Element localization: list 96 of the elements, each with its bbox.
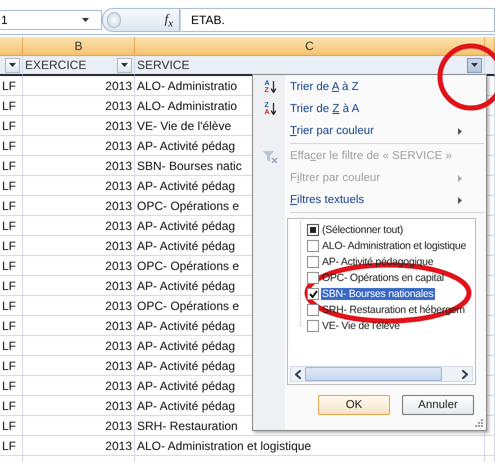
- table-cell: AP- Activité pédag: [137, 218, 236, 232]
- checkbox[interactable]: [307, 304, 319, 316]
- table-cell: 2013: [105, 338, 132, 352]
- table-cell: 2013: [105, 358, 132, 372]
- table-cell: LF: [2, 358, 16, 372]
- table-cell: VE- Vie de l'élève: [137, 118, 232, 132]
- table-cell: LF: [2, 118, 16, 132]
- checkbox[interactable]: [307, 224, 319, 236]
- table-cell: ALO- Administratio: [137, 78, 238, 92]
- table-cell: LF: [2, 298, 16, 312]
- header-cell: SERVICE: [137, 58, 190, 72]
- filter-dropdown-button[interactable]: [5, 58, 20, 72]
- checkbox[interactable]: [307, 240, 319, 252]
- filter-dropdown-button[interactable]: [117, 58, 132, 72]
- caret-icon: [471, 63, 478, 67]
- menu-item: Effacer le filtre de « SERVICE »: [290, 150, 452, 162]
- menu-item[interactable]: Trier de Z à A: [290, 103, 360, 115]
- table-cell: ALO- Administratio: [137, 98, 238, 112]
- table-cell: 2013: [105, 198, 132, 212]
- table-cell: LF: [2, 198, 16, 212]
- table-cell: AP- Activité pédag: [137, 318, 236, 332]
- checkbox[interactable]: [307, 320, 319, 332]
- menu-item: Filtrer par couleur: [290, 172, 380, 184]
- list-item[interactable]: (Sélectionner tout): [321, 224, 404, 236]
- table-cell: AP- Activité pédag: [137, 278, 236, 292]
- table-cell: LF: [2, 158, 16, 172]
- table-cell: AP- Activité pédag: [137, 398, 236, 412]
- column-header[interactable]: C: [135, 37, 485, 56]
- table-cell: AP- Activité pédag: [137, 338, 236, 352]
- table-cell: 2013: [105, 278, 132, 292]
- table-cell: LF: [2, 398, 16, 412]
- table-cell: AP- Activité pédag: [137, 358, 236, 372]
- table-cell: LF: [2, 218, 16, 232]
- table-cell: LF: [2, 278, 16, 292]
- table-cell: 2013: [105, 318, 132, 332]
- table-cell: AP- Activité pédag: [137, 378, 236, 392]
- dialog-button[interactable]: OK: [318, 395, 390, 415]
- table-cell: LF: [2, 418, 16, 432]
- chevron-right-icon: [462, 370, 468, 378]
- table-cell: 2013: [105, 378, 132, 392]
- horizontal-scrollbar[interactable]: [290, 366, 473, 382]
- checkbox[interactable]: [307, 272, 319, 284]
- table-cell: OPC- Opérations e: [137, 258, 240, 272]
- menu-item[interactable]: Filtres textuels: [290, 194, 364, 206]
- table-cell: LF: [2, 178, 16, 192]
- table-cell: LF: [2, 318, 16, 332]
- table-cell: AP- Activité pédag: [137, 138, 236, 152]
- table-cell: LF: [2, 378, 16, 392]
- table-cell: ALO- Administration et logistique: [137, 438, 312, 452]
- table-cell: 2013: [105, 98, 132, 112]
- table-cell: OPC- Opérations e: [137, 198, 240, 212]
- checkbox[interactable]: [307, 256, 319, 268]
- table-cell: 2013: [105, 138, 132, 152]
- resize-grip-icon: [475, 419, 483, 427]
- table-cell: SRH- Restauration: [137, 418, 238, 432]
- caret-icon: [9, 63, 16, 67]
- table-cell: AP- Activité pédag: [137, 238, 236, 252]
- list-item[interactable]: OPC- Opérations en capital: [321, 272, 445, 284]
- table-cell: LF: [2, 438, 16, 452]
- table-cell: 2013: [105, 78, 132, 92]
- list-item[interactable]: ALO- Administration et logistique: [321, 240, 468, 252]
- filter-dropdown-button[interactable]: [467, 58, 482, 72]
- table-cell: LF: [2, 258, 16, 272]
- table-cell: 2013: [105, 178, 132, 192]
- table-cell: LF: [2, 78, 16, 92]
- table-cell: 2013: [105, 418, 132, 432]
- table-cell: 2013: [105, 118, 132, 132]
- caret-icon: [82, 18, 89, 22]
- table-cell: 2013: [105, 298, 132, 312]
- column-header[interactable]: B: [23, 37, 135, 56]
- table-cell: 2013: [105, 438, 132, 452]
- table-cell: OPC- Opérations e: [137, 298, 240, 312]
- checkbox[interactable]: [307, 288, 319, 300]
- table-cell: SBN- Bourses natic: [137, 158, 242, 172]
- chevron-left-icon: [295, 370, 301, 378]
- scroll-thumb[interactable]: [305, 367, 442, 381]
- list-item[interactable]: SBN- Bourses nationales: [321, 288, 435, 300]
- clear-filter-icon: [262, 150, 278, 162]
- formula-field[interactable]: ETAB.: [180, 8, 495, 32]
- menu-item[interactable]: Trier par couleur: [290, 125, 374, 137]
- table-cell: LF: [2, 238, 16, 252]
- table-cell: 2013: [105, 398, 132, 412]
- table-cell: 2013: [105, 218, 132, 232]
- caret-icon: [121, 63, 128, 67]
- table-cell: 2013: [105, 158, 132, 172]
- table-cell: AP- Activité pédag: [137, 178, 236, 192]
- name-box-field[interactable]: 1: [0, 10, 102, 30]
- table-cell: 2013: [105, 258, 132, 272]
- table-cell: 2013: [105, 238, 132, 252]
- table-cell: LF: [2, 138, 16, 152]
- table-cell: LF: [2, 98, 16, 112]
- table-cell: LF: [2, 338, 16, 352]
- menu-item[interactable]: Trier de A à Z: [290, 81, 359, 93]
- header-cell: EXERCICE: [25, 58, 86, 72]
- list-item[interactable]: VE- Vie de l'élève: [321, 320, 401, 332]
- dialog-button[interactable]: Annuler: [402, 395, 474, 415]
